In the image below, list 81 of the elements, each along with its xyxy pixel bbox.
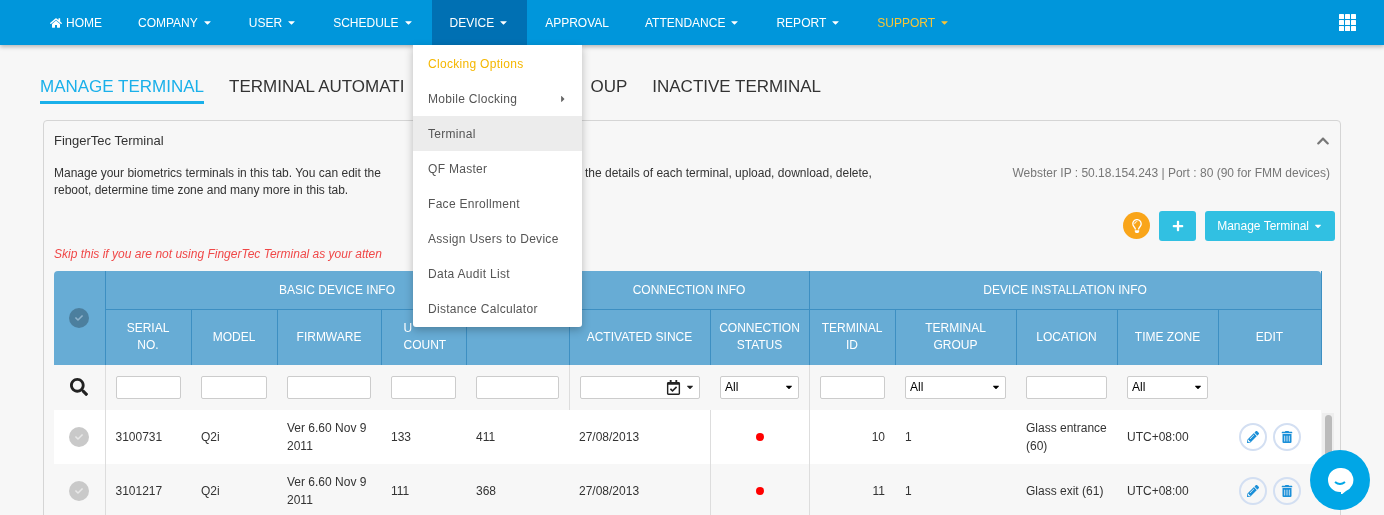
trash-icon: [1280, 430, 1293, 443]
delete-button[interactable]: [1272, 422, 1301, 451]
filter-select[interactable]: All: [905, 375, 1006, 399]
nav-menu-item[interactable]: DEVICE: [431, 0, 528, 45]
check-icon: [75, 432, 84, 441]
add-button[interactable]: [1159, 210, 1197, 241]
filter-input[interactable]: [201, 375, 267, 399]
tab[interactable]: INACTIVE TERMINAL: [652, 75, 822, 104]
delete-button[interactable]: [1272, 476, 1301, 505]
chat-button[interactable]: [1310, 450, 1370, 510]
table-cell: 133: [391, 429, 412, 444]
calendar-icon: [666, 379, 681, 395]
trash-icon: [1280, 484, 1293, 497]
filter-input[interactable]: [115, 375, 181, 399]
table-cell: 411: [476, 429, 496, 444]
edit-button[interactable]: [1238, 476, 1267, 505]
column-header: FIRMWARE: [277, 309, 381, 365]
column-header: EDIT: [1218, 309, 1321, 365]
filter-select[interactable]: All: [1127, 375, 1208, 399]
filter-input[interactable]: [819, 375, 885, 399]
description-text: Manage your biometrics terminals in this tab. You can edit the: [54, 164, 381, 182]
search-icon[interactable]: [70, 378, 89, 396]
column-header: ACTIVATED SINCE: [569, 309, 710, 365]
select-all-checkbox[interactable]: [69, 307, 90, 328]
column-header: TERMINAL GROUP: [895, 309, 1016, 365]
column-header: LOCATION: [1016, 309, 1117, 365]
edit-button[interactable]: [1238, 422, 1267, 451]
filter-input[interactable]: [287, 375, 371, 399]
table-cell: 3101217: [115, 483, 163, 498]
table-cell: 11: [872, 483, 885, 498]
group-header: DEVICE INSTALLATION INFO: [809, 270, 1321, 310]
tab[interactable]: TERMINAL AUTOMATI: [229, 75, 405, 104]
home-icon: [50, 16, 62, 29]
table-cell: Q2i: [201, 483, 220, 498]
column-header: TIME ZONE: [1117, 309, 1218, 365]
chat-bubble-icon: [1326, 466, 1354, 494]
table-cell: 10: [871, 429, 885, 444]
table-cell: Q2i: [201, 429, 220, 444]
row-checkbox[interactable]: [69, 480, 90, 501]
apps-grid-icon[interactable]: [1339, 14, 1356, 31]
dropdown-menu-item[interactable]: Mobile Clocking: [413, 81, 582, 116]
server-info-text: Webster IP : 50.18.154.243 | Port : 80 (90 for FMM devices): [1012, 164, 1330, 182]
pencil-icon: [1246, 484, 1259, 497]
check-icon: [75, 313, 84, 322]
table-cell: 111: [391, 483, 410, 498]
table-cell: 27/08/2013: [579, 429, 640, 444]
table-cell: 1: [905, 429, 912, 444]
table-cell-text: Ver 6.60 Nov 9 2011: [287, 473, 368, 509]
table-cell: UTC+08:00: [1127, 429, 1189, 444]
card-title: FingerTec Terminal: [54, 132, 164, 150]
column-header: SERIAL NO.: [105, 309, 191, 365]
table-cell-text: Glass entrance (60): [1026, 419, 1108, 455]
warning-text: Skip this if you are not using FingerTec Terminal as your atten: [54, 245, 382, 263]
table-cell: 3100731: [115, 429, 163, 444]
dropdown-menu-item[interactable]: Face Enrollment: [413, 186, 582, 221]
column-header: CONNECTION STATUS: [710, 309, 809, 365]
row-checkbox[interactable]: [69, 426, 90, 447]
table-cell-text: Ver 6.60 Nov 9 2011: [287, 419, 368, 455]
tab[interactable]: OUP: [590, 75, 628, 104]
dropdown-menu-item[interactable]: Terminal: [413, 116, 582, 151]
filter-input[interactable]: [391, 375, 456, 399]
table-cell: 368: [476, 483, 497, 498]
table-cell-text: Glass exit (61): [1026, 482, 1105, 500]
plus-icon: [1171, 219, 1184, 232]
table-cell: 27/08/2013: [579, 483, 640, 498]
filter-input[interactable]: [476, 375, 559, 399]
table-cell: UTC+08:00: [1127, 483, 1189, 498]
filter-select[interactable]: All: [720, 375, 799, 399]
date-filter-field[interactable]: [579, 375, 700, 399]
column-header: MODEL: [191, 309, 277, 365]
dropdown-menu-item[interactable]: Assign Users to Device: [413, 221, 582, 256]
tips-button[interactable]: [1123, 212, 1151, 239]
description-text: reboot, determine time zone and many more in this tab.: [54, 181, 349, 199]
filter-input[interactable]: [1026, 375, 1107, 399]
table-cell: 1: [905, 483, 912, 498]
pencil-icon: [1246, 430, 1259, 443]
column-header: TERMINAL ID: [809, 309, 895, 365]
description-text: the details of each terminal, upload, download, delete,: [585, 164, 872, 182]
check-icon: [75, 486, 84, 495]
lightbulb-icon: [1129, 218, 1144, 233]
dropdown-menu-item[interactable]: QF Master: [413, 151, 582, 186]
